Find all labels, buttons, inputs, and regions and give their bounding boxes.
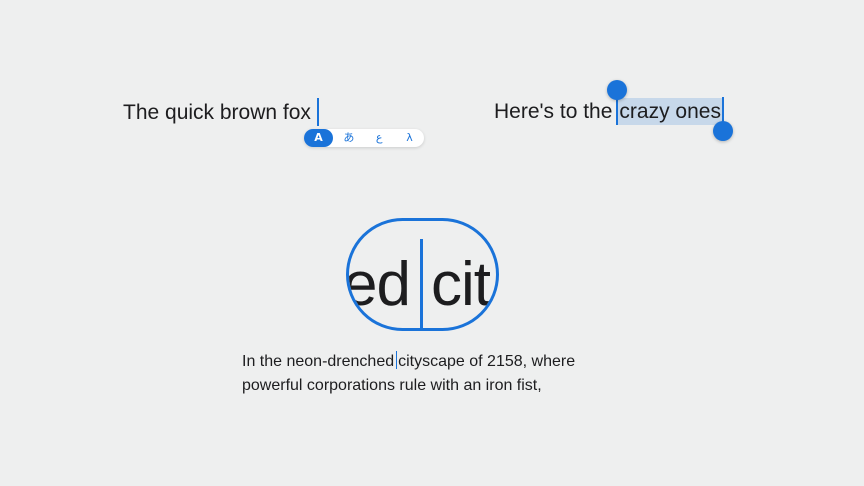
loupe-text-after: cit bbox=[430, 250, 491, 319]
cursor-text: The quick brown fox bbox=[123, 100, 311, 124]
paragraph-line-1-after: cityscape of 2158, where bbox=[398, 353, 576, 370]
input-mode-greek[interactable]: λ bbox=[395, 129, 424, 147]
paragraph-line-2: powerful corporations rule with an iron … bbox=[242, 377, 542, 394]
selection-start-bar bbox=[616, 97, 619, 125]
magnifier-loupe: ed cit bbox=[346, 218, 499, 331]
paragraph-caret bbox=[396, 351, 398, 369]
loupe-caret bbox=[419, 239, 423, 328]
paragraph-line-1-before: In the neon-drenched bbox=[242, 353, 395, 370]
selection-start-handle[interactable] bbox=[607, 80, 628, 100]
selection-end-handle[interactable] bbox=[712, 121, 733, 141]
text-selection[interactable]: crazy ones bbox=[607, 80, 733, 141]
paragraph-text-area[interactable]: In the neon-drenched cityscape of 2158, w… bbox=[242, 350, 642, 398]
loupe-text-before: ed bbox=[346, 250, 411, 319]
input-mode-arabic[interactable]: ع bbox=[365, 129, 394, 147]
paragraph-line-1: In the neon-drenched cityscape of 2158, w… bbox=[242, 350, 642, 374]
input-mode-japanese[interactable]: あ bbox=[334, 129, 363, 147]
selection-text-field[interactable]: Here's to the crazy ones bbox=[494, 80, 733, 141]
cursor-text-field[interactable]: The quick brown fox bbox=[123, 98, 319, 126]
loupe-content: ed cit bbox=[346, 239, 491, 328]
input-mode-switcher[interactable]: A あ ع λ bbox=[304, 129, 424, 147]
insertion-caret bbox=[316, 98, 319, 126]
selected-text: crazy ones bbox=[618, 98, 722, 125]
selection-prefix-text: Here's to the bbox=[494, 100, 613, 123]
input-mode-latin[interactable]: A bbox=[304, 129, 333, 147]
